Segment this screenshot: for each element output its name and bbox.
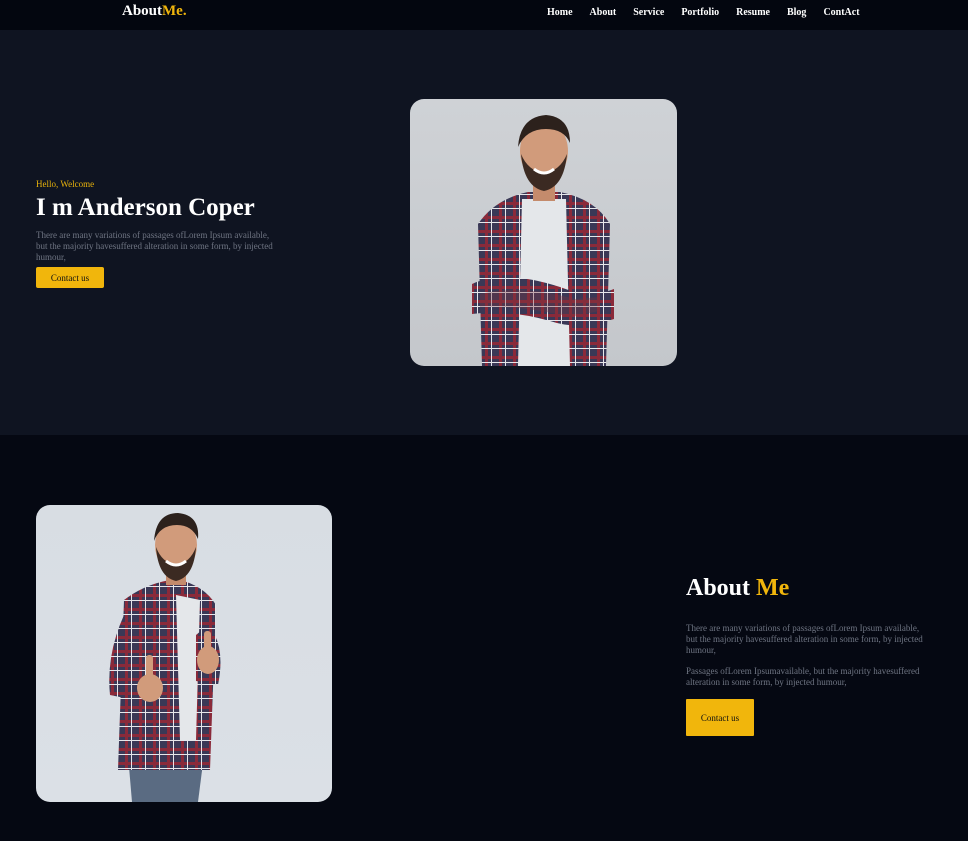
about-contact-button[interactable]: Contact us — [686, 699, 754, 736]
about-paragraph-1: There are many variations of passages of… — [686, 623, 923, 655]
hero-section: Hello, Welcome I m Anderson Coper There … — [0, 30, 968, 435]
nav-link-about[interactable]: About — [590, 7, 617, 18]
hero-contact-button[interactable]: Contact us — [36, 267, 104, 288]
logo[interactable]: AboutMe. — [122, 3, 187, 20]
portrait-arms-crossed-icon — [472, 115, 614, 366]
hero-portrait-image — [410, 99, 677, 366]
nav-link-resume[interactable]: Resume — [736, 7, 770, 18]
nav-link-contact[interactable]: ContAct — [823, 7, 859, 18]
nav-menu: Home About Service Portfolio Resume Blog… — [547, 7, 860, 18]
logo-main: About — [122, 3, 163, 19]
about-title-main: About — [686, 575, 751, 601]
nav-link-home[interactable]: Home — [547, 7, 573, 18]
nav-link-blog[interactable]: Blog — [787, 7, 806, 18]
hero-description: There are many variations of passages of… — [36, 230, 273, 262]
about-portrait-image — [36, 505, 332, 802]
nav-link-portfolio[interactable]: Portfolio — [681, 7, 719, 18]
about-title-accent: Me — [756, 575, 790, 601]
about-paragraph-2: Passages ofLorem Ipsumavailable, but the… — [686, 666, 920, 687]
navbar: AboutMe. Home About Service Portfolio Re… — [0, 0, 968, 30]
hero-title: I m Anderson Coper — [36, 194, 255, 221]
nav-link-service[interactable]: Service — [633, 7, 664, 18]
hero-greeting: Hello, Welcome — [36, 179, 95, 189]
logo-accent: Me. — [162, 3, 187, 19]
about-title: About Me — [686, 575, 789, 602]
portrait-thumbs-up-icon — [109, 513, 221, 802]
